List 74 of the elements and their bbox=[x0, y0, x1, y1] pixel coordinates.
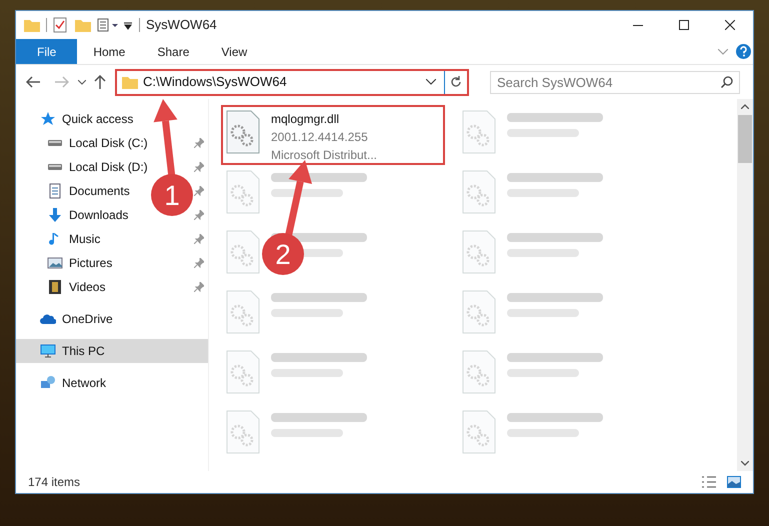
file-detail: Microsoft Distribut... bbox=[271, 147, 378, 164]
maximize-icon bbox=[679, 20, 689, 30]
address-path: C:\Windows\SysWOW64 bbox=[143, 73, 288, 92]
ribbon-tab[interactable]: Share bbox=[141, 39, 206, 64]
ribbon-tab[interactable]: File bbox=[16, 39, 78, 64]
blurred-text-bar bbox=[507, 429, 579, 437]
videos-icon bbox=[47, 279, 63, 295]
dll-file-icon bbox=[226, 110, 260, 154]
step-badge bbox=[262, 233, 304, 275]
sidebar-item[interactable]: This PC bbox=[62, 342, 105, 360]
sidebar-item[interactable]: Downloads bbox=[69, 206, 128, 224]
blurred-text-bar bbox=[271, 189, 343, 197]
sidebar-item[interactable]: Local Disk (C:) bbox=[69, 134, 148, 152]
search-icon[interactable] bbox=[721, 76, 733, 88]
view-options-icon[interactable] bbox=[97, 18, 119, 32]
customize-toolbar-icon[interactable] bbox=[123, 20, 133, 30]
pin-icon[interactable] bbox=[194, 162, 204, 172]
step-badge bbox=[151, 174, 193, 216]
sidebar-item[interactable]: Videos bbox=[69, 278, 106, 296]
blurred-text-bar bbox=[507, 249, 579, 257]
blurred-text-bar bbox=[271, 369, 343, 377]
pin-icon[interactable] bbox=[194, 138, 204, 148]
network-icon bbox=[40, 375, 56, 391]
quick-icon bbox=[40, 111, 56, 127]
ribbon-tab[interactable]: View bbox=[205, 39, 264, 64]
window-title: SysWOW64 bbox=[146, 16, 217, 34]
pin-icon[interactable] bbox=[194, 258, 204, 268]
scroll-up-caret-icon[interactable] bbox=[741, 104, 749, 109]
scroll-down-caret-icon[interactable] bbox=[741, 461, 749, 466]
blurred-text-bar bbox=[507, 369, 579, 377]
pictures-icon bbox=[47, 255, 63, 271]
ribbon-tab[interactable]: Home bbox=[77, 39, 142, 64]
sidebar-item[interactable]: Documents bbox=[69, 182, 130, 200]
folder-icon bbox=[122, 75, 138, 89]
documents-icon bbox=[47, 183, 63, 199]
expand-ribbon-icon[interactable] bbox=[718, 48, 728, 54]
pc-icon bbox=[40, 343, 56, 359]
file-detail: 2001.12.4414.255 bbox=[271, 129, 369, 146]
close-icon bbox=[725, 20, 735, 30]
minimize-icon bbox=[633, 24, 643, 26]
pin-icon[interactable] bbox=[194, 234, 204, 244]
blurred-text-bar bbox=[271, 429, 343, 437]
sidebar-item[interactable]: OneDrive bbox=[62, 310, 113, 328]
scrollbar-thumb[interactable] bbox=[738, 115, 752, 163]
dropdown-caret-icon[interactable] bbox=[426, 79, 436, 85]
help-icon[interactable] bbox=[736, 44, 751, 59]
refresh-icon[interactable] bbox=[450, 76, 462, 88]
step-number: 1 bbox=[164, 180, 180, 211]
search-field[interactable]: Search SysWOW64 bbox=[490, 70, 740, 94]
details-view-icon[interactable] bbox=[701, 476, 717, 488]
address-bar[interactable]: C:\Windows\SysWOW64 bbox=[115, 68, 469, 96]
sidebar-item[interactable]: Quick access bbox=[62, 110, 134, 128]
sidebar-item[interactable]: Pictures bbox=[69, 254, 112, 272]
pin-icon[interactable] bbox=[194, 282, 204, 292]
properties-icon[interactable] bbox=[53, 17, 67, 33]
sidebar-item[interactable]: Local Disk (D:) bbox=[69, 158, 148, 176]
file-item[interactable]: mqlogmgr.dll 2001.12.4414.255 Microsoft Distribut... bbox=[221, 105, 445, 165]
item-count: 174 items bbox=[28, 474, 80, 491]
recent-locations-caret-icon[interactable] bbox=[78, 80, 86, 84]
large-icons-view-icon[interactable] bbox=[727, 476, 741, 488]
sidebar-item[interactable]: Music bbox=[69, 230, 100, 248]
downloads-icon bbox=[47, 207, 63, 223]
step-number: 2 bbox=[275, 239, 291, 270]
blurred-text-bar bbox=[507, 309, 579, 317]
blurred-text-bar bbox=[507, 129, 579, 137]
pin-icon[interactable] bbox=[194, 186, 204, 196]
blurred-text-bar bbox=[507, 189, 579, 197]
blurred-text-bar bbox=[271, 309, 343, 317]
scrollbar[interactable] bbox=[737, 99, 753, 471]
file-name: mqlogmgr.dll bbox=[271, 111, 340, 128]
up-arrow-icon[interactable] bbox=[94, 75, 106, 89]
sidebar-item[interactable]: Network bbox=[62, 374, 106, 392]
back-arrow-icon[interactable] bbox=[26, 76, 40, 88]
pin-icon[interactable] bbox=[194, 210, 204, 220]
